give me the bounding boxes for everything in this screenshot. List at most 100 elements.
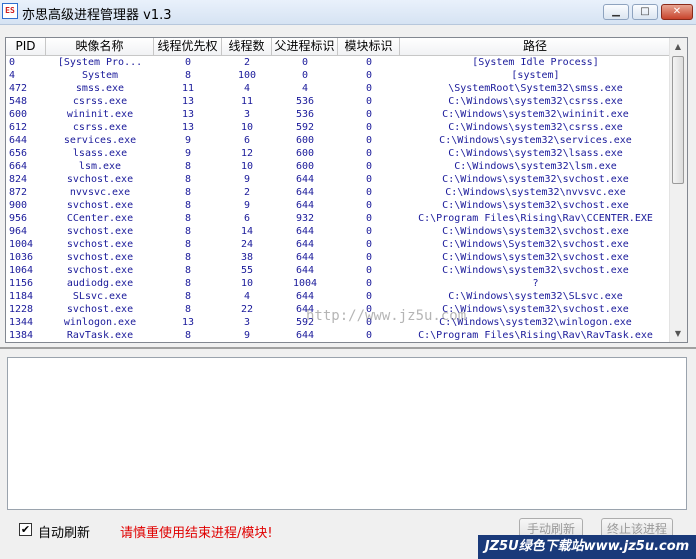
table-row[interactable]: 872 nvvsvc.exe 8 2 644 0 C:\Windows\system32\n… (6, 186, 671, 199)
cell-priority: 8 (184, 200, 192, 211)
cell-path: \SystemRoot\System32\smss.exe (448, 83, 623, 94)
table-row[interactable]: 4 System 8 100 0 0 [system] (6, 69, 671, 82)
cell-image-name: wininit.exe (66, 109, 134, 120)
cell-image-name: svchost.exe (66, 174, 134, 185)
header-col-image-name[interactable]: 映像名称 (46, 38, 154, 56)
module-info-pane[interactable] (7, 357, 687, 510)
cell-threads: 9 (243, 330, 251, 341)
cell-threads: 38 (240, 252, 254, 263)
scroll-up-icon[interactable]: ▲ (670, 38, 686, 55)
cell-parent-pid: 600 (295, 135, 315, 146)
table-row[interactable]: 1064 svchost.exe 8 55 644 0 C:\Windows\system3… (6, 264, 671, 277)
table-row[interactable]: 1184 SLsvc.exe 8 4 644 0 C:\Windows\system32\S… (6, 290, 671, 303)
cell-path: C:\Program Files\Rising\Rav\RavTask.exe (418, 330, 653, 341)
cell-module-id: 0 (365, 135, 373, 146)
cell-priority: 13 (181, 122, 195, 133)
cell-pid: 872 (9, 187, 28, 198)
cell-path: C:\Windows\System32\svchost.exe (442, 239, 629, 250)
cell-module-id: 0 (365, 57, 373, 68)
cell-module-id: 0 (365, 96, 373, 107)
auto-refresh-label[interactable]: 自动刷新 (38, 522, 90, 541)
cell-module-id: 0 (365, 83, 373, 94)
cell-module-id: 0 (365, 265, 373, 276)
cell-image-name: svchost.exe (66, 265, 134, 276)
table-row[interactable]: 956 CCenter.exe 8 6 932 0 C:\Program Files\Ris… (6, 212, 671, 225)
header-col-threads[interactable]: 线程数 (222, 38, 272, 56)
cell-path: C:\Windows\system32\svchost.exe (442, 252, 629, 263)
cell-pid: 664 (9, 161, 28, 172)
table-row[interactable]: 1036 svchost.exe 8 38 644 0 C:\Windows\system3… (6, 251, 671, 264)
table-row[interactable]: 664 lsm.exe 8 10 600 0 C:\Windows\system32\lsm… (6, 160, 671, 173)
table-row[interactable]: 0 [System Pro... 0 2 0 0 [System Idle Process] (6, 56, 671, 69)
cell-priority: 8 (184, 304, 192, 315)
cell-threads: 55 (240, 265, 254, 276)
cell-module-id: 0 (365, 226, 373, 237)
header-col-module-id[interactable]: 模块标识 (338, 38, 400, 56)
cell-path: C:\Program Files\Rising\Rav\CCENTER.EXE (418, 213, 653, 224)
cell-pid: 824 (9, 174, 28, 185)
cell-parent-pid: 644 (295, 226, 315, 237)
cell-path: C:\Windows\system32\wininit.exe (442, 109, 629, 120)
cell-pid: 4 (9, 70, 16, 81)
table-row[interactable]: 600 wininit.exe 13 3 536 0 C:\Windows\system32… (6, 108, 671, 121)
cell-image-name: svchost.exe (66, 252, 134, 263)
cell-module-id: 0 (365, 200, 373, 211)
table-row[interactable]: 644 services.exe 9 6 600 0 C:\Windows\system32… (6, 134, 671, 147)
cell-image-name: svchost.exe (66, 226, 134, 237)
app-icon: ES (2, 3, 18, 19)
cell-module-id: 0 (365, 70, 373, 81)
table-row[interactable]: 824 svchost.exe 8 9 644 0 C:\Windows\system32\… (6, 173, 671, 186)
cell-parent-pid: 644 (295, 330, 315, 341)
cell-path: C:\Windows\system32\svchost.exe (442, 174, 629, 185)
minimize-button[interactable]: ▁ (603, 4, 629, 20)
auto-refresh-checkbox[interactable]: ✔ (19, 523, 32, 536)
cell-threads: 9 (243, 174, 251, 185)
table-row[interactable]: 1004 svchost.exe 8 24 644 0 C:\Windows\System3… (6, 238, 671, 251)
cell-image-name: csrss.exe (72, 122, 128, 133)
header-col-priority[interactable]: 线程优先权 (154, 38, 222, 56)
cell-parent-pid: 644 (295, 265, 315, 276)
vertical-scrollbar[interactable]: ▲ ▼ (669, 38, 687, 342)
scroll-down-icon[interactable]: ▼ (670, 325, 686, 342)
cell-parent-pid: 600 (295, 148, 315, 159)
table-row[interactable]: 548 csrss.exe 13 11 536 0 C:\Windows\system32\… (6, 95, 671, 108)
cell-priority: 8 (184, 330, 192, 341)
cell-priority: 8 (184, 291, 192, 302)
cell-parent-pid: 932 (295, 213, 315, 224)
title-bar: ES 亦思高级进程管理器 v1.3 ▁ □ ✕ (0, 0, 696, 25)
close-button[interactable]: ✕ (661, 4, 693, 20)
cell-image-name: audiodg.exe (66, 278, 134, 289)
cell-pid: 472 (9, 83, 28, 94)
cell-path: C:\Windows\system32\svchost.exe (442, 200, 629, 211)
splitter[interactable] (0, 347, 696, 349)
cell-module-id: 0 (365, 291, 373, 302)
table-row[interactable]: 656 lsass.exe 9 12 600 0 C:\Windows\system32\l… (6, 147, 671, 160)
maximize-button[interactable]: □ (632, 4, 658, 20)
table-row[interactable]: 900 svchost.exe 8 9 644 0 C:\Windows\system32\… (6, 199, 671, 212)
table-row[interactable]: 964 svchost.exe 8 14 644 0 C:\Windows\system32… (6, 225, 671, 238)
cell-parent-pid: 644 (295, 200, 315, 211)
cell-image-name: winlogon.exe (63, 317, 137, 328)
window-title: 亦思高级进程管理器 v1.3 (22, 8, 172, 23)
cell-threads: 3 (243, 109, 251, 120)
cell-parent-pid: 644 (295, 291, 315, 302)
table-row[interactable]: 472 smss.exe 11 4 4 0 \SystemRoot\System32\sms… (6, 82, 671, 95)
header-col-pid[interactable]: PID (6, 38, 46, 56)
table-row[interactable]: 612 csrss.exe 13 10 592 0 C:\Windows\system32\… (6, 121, 671, 134)
cell-threads: 6 (243, 213, 251, 224)
scroll-thumb[interactable] (672, 56, 684, 184)
cell-parent-pid: 4 (301, 83, 309, 94)
cell-image-name: SLsvc.exe (72, 291, 128, 302)
cell-priority: 8 (184, 252, 192, 263)
process-table[interactable]: PID 映像名称 线程优先权 线程数 父进程标识 模块标识 路径 0 [System Pro.… (5, 37, 688, 343)
header-col-parent-pid[interactable]: 父进程标识 (272, 38, 338, 56)
cell-threads: 22 (240, 304, 254, 315)
cell-module-id: 0 (365, 187, 373, 198)
header-col-path[interactable]: 路径 (400, 38, 671, 56)
cell-pid: 1344 (9, 317, 34, 328)
table-body: 0 [System Pro... 0 2 0 0 [System Idle Process]… (6, 56, 671, 342)
cell-threads: 11 (240, 96, 254, 107)
table-row[interactable]: 1156 audiodg.exe 8 10 1004 0? (6, 277, 671, 290)
table-row[interactable]: 1384 RavTask.exe 8 9 644 0 C:\Program Files\Ri… (6, 329, 671, 342)
cell-parent-pid: 600 (295, 161, 315, 172)
